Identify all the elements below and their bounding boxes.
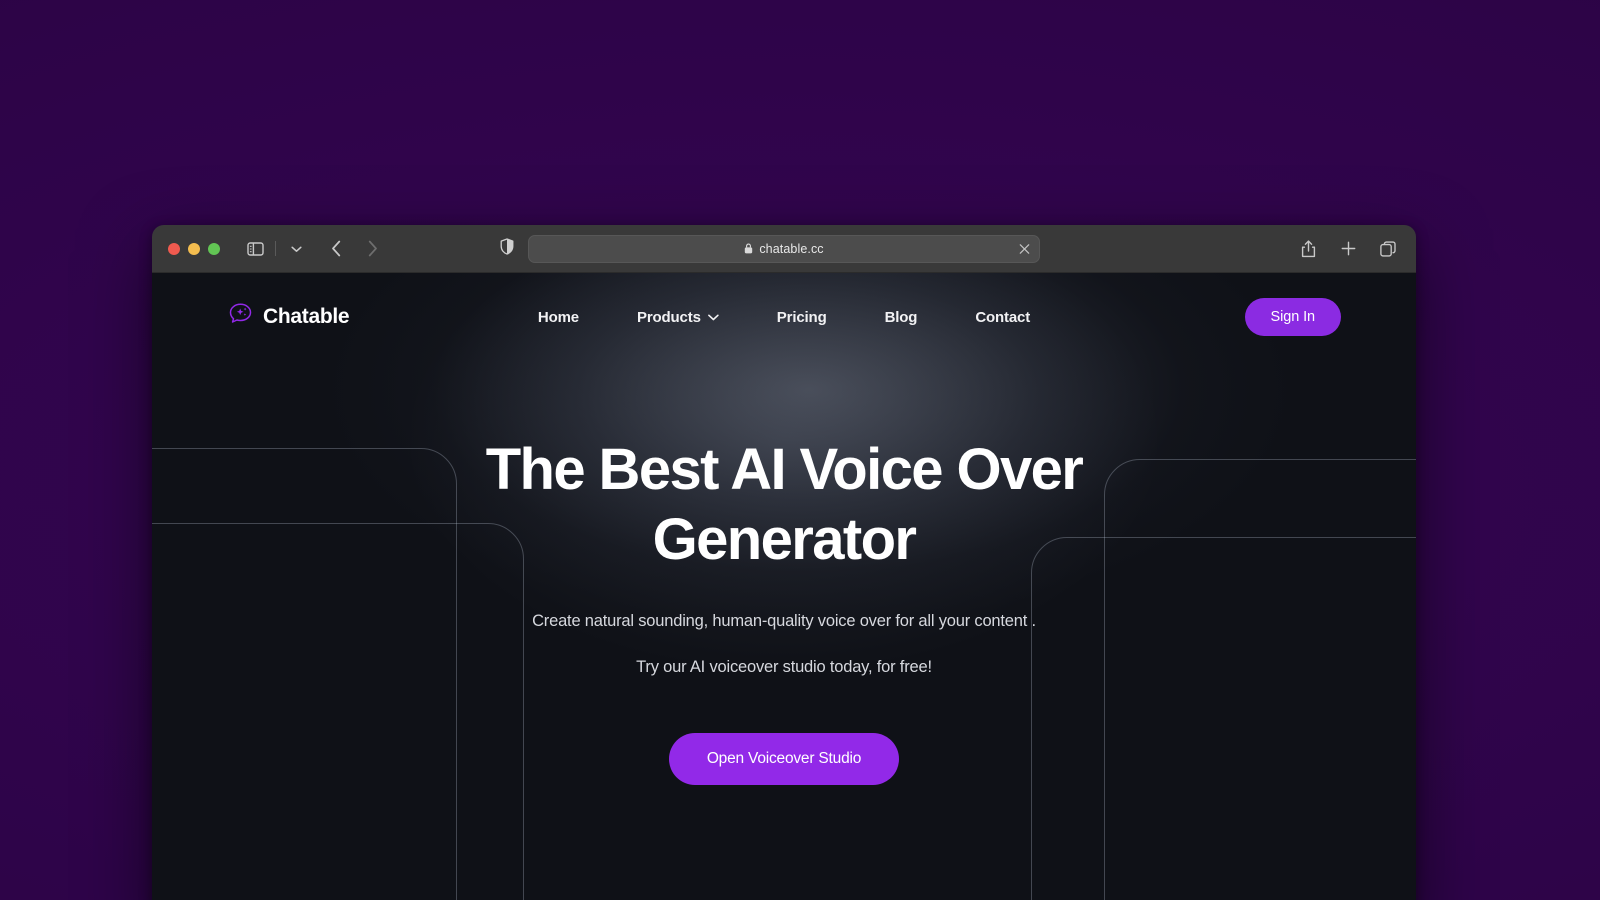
- browser-toolbar: chatable.cc: [152, 225, 1416, 273]
- privacy-shield-icon[interactable]: [500, 237, 514, 260]
- toolbar-divider: [275, 241, 276, 256]
- hero-title: The Best AI Voice Over Generator: [485, 437, 1084, 572]
- sidebar-dropdown-chevron-down-icon[interactable]: [283, 236, 309, 262]
- minimize-window-button[interactable]: [188, 242, 200, 255]
- web-page-content: Chatable Home Products Pricing Blog Cont…: [152, 273, 1416, 900]
- navigation-controls: [242, 236, 385, 262]
- toolbar-right-actions: [1295, 236, 1401, 262]
- hero-section: The Best AI Voice Over Generator Create …: [152, 361, 1416, 786]
- window-traffic-lights: [168, 242, 220, 255]
- chevron-down-icon: [707, 314, 719, 321]
- nav-item-products-label: Products: [636, 308, 701, 326]
- site-logo[interactable]: Chatable: [227, 301, 350, 333]
- nav-item-blog-label: Blog: [884, 308, 918, 326]
- tab-overview-icon[interactable]: [1375, 236, 1401, 262]
- hero-subtitle-secondary: Try our AI voiceover studio today, for f…: [636, 658, 932, 677]
- forward-chevron-right-icon[interactable]: [359, 236, 385, 262]
- main-navigation: Home Products Pricing Blog Contact: [538, 309, 1030, 326]
- nav-item-home[interactable]: Home: [538, 309, 579, 326]
- browser-window: chatable.cc Chatable Home Products Prici…: [152, 225, 1416, 900]
- chat-bubble-sparkle-icon: [227, 301, 254, 333]
- logo-text: Chatable: [263, 305, 350, 328]
- open-voiceover-studio-button[interactable]: Open Voiceover Studio: [668, 733, 900, 786]
- share-icon[interactable]: [1295, 236, 1321, 262]
- desktop-backdrop: chatable.cc Chatable Home Products Prici…: [0, 0, 1600, 900]
- nav-item-blog[interactable]: Blog: [885, 309, 918, 326]
- sidebar-toggle-icon[interactable]: [242, 236, 268, 262]
- nav-item-contact-label: Contact: [975, 308, 1031, 326]
- nav-item-pricing-label: Pricing: [776, 308, 827, 326]
- site-header: Chatable Home Products Pricing Blog Cont…: [152, 273, 1416, 361]
- back-chevron-left-icon[interactable]: [323, 236, 349, 262]
- nav-item-products[interactable]: Products: [637, 309, 719, 326]
- new-tab-plus-icon[interactable]: [1335, 236, 1361, 262]
- nav-item-home-label: Home: [537, 308, 579, 326]
- close-window-button[interactable]: [168, 242, 180, 255]
- clear-address-close-icon[interactable]: [1019, 243, 1030, 254]
- nav-item-pricing[interactable]: Pricing: [777, 309, 827, 326]
- hero-subtitle-primary: Create natural sounding, human-quality v…: [532, 612, 1036, 631]
- lock-icon: [744, 243, 753, 254]
- nav-item-contact[interactable]: Contact: [975, 309, 1030, 326]
- address-bar-url: chatable.cc: [759, 241, 824, 256]
- zoom-window-button[interactable]: [208, 242, 220, 255]
- sign-in-button[interactable]: Sign In: [1244, 298, 1341, 336]
- address-bar[interactable]: chatable.cc: [528, 234, 1040, 263]
